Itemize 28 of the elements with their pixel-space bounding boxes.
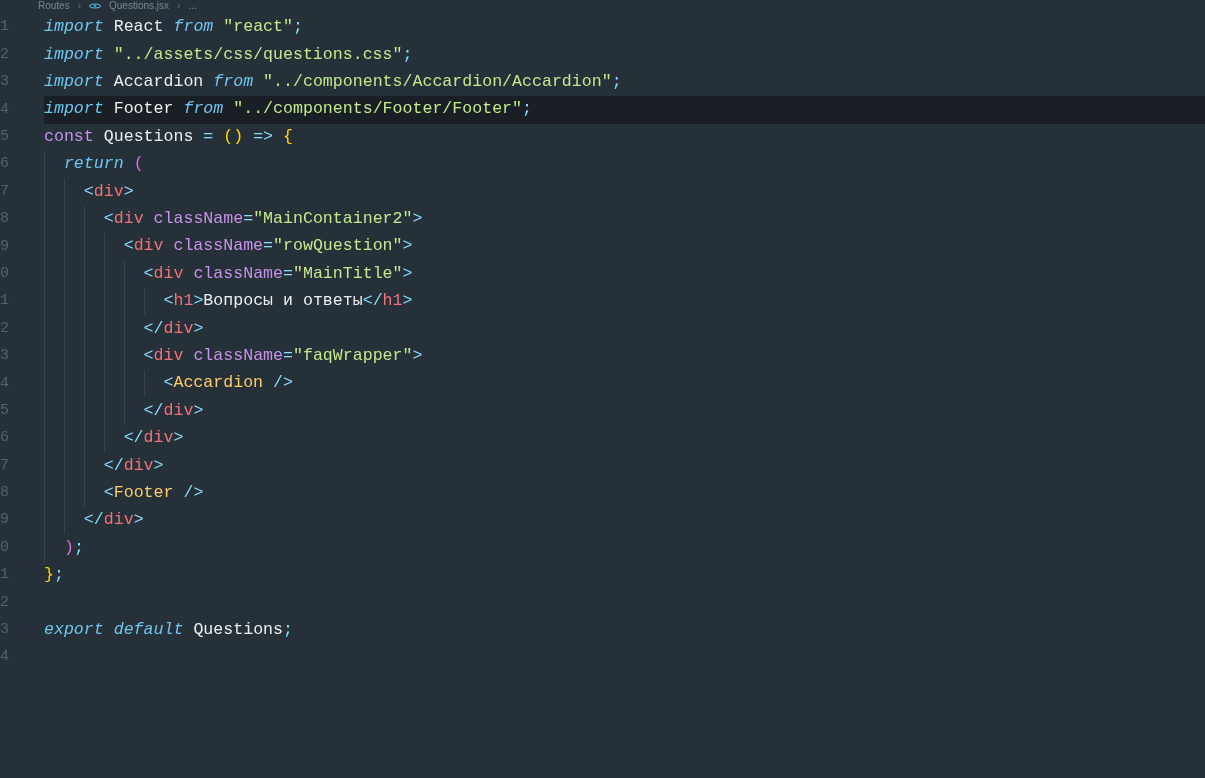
code-line: <h1>Вопросы и ответы</h1> <box>162 290 413 313</box>
code-line: import Footer from "../components/Footer/Footer"; <box>44 98 532 121</box>
breadcrumb-item[interactable]: ... <box>188 1 197 11</box>
code-line: </div> <box>102 454 164 477</box>
code-line: </div> <box>122 427 184 450</box>
code-line: const Questions = () => { <box>44 125 293 148</box>
code-line: <Footer /> <box>102 481 204 504</box>
code-line: return ( <box>62 153 144 176</box>
code-line: <div className="MainTitle"> <box>142 262 413 285</box>
code-line: import "../assets/css/questions.css"; <box>44 43 413 66</box>
code-line: <div className="rowQuestion"> <box>122 235 413 258</box>
breadcrumb-item[interactable]: Questions.jsx <box>109 1 170 11</box>
code-line: </div> <box>82 509 144 532</box>
code-line: ); <box>62 536 84 559</box>
code-line: import React from "react"; <box>44 16 303 39</box>
chevron-icon: › <box>77 1 82 11</box>
code-line: export default Questions; <box>44 618 293 641</box>
code-line: import Accardion from "../components/Accardion/Accardion"; <box>44 71 622 94</box>
react-icon <box>89 2 102 10</box>
code-line: <div className="faqWrapper"> <box>142 344 423 367</box>
code-line: </div> <box>142 317 204 340</box>
breadcrumb-item[interactable]: Routes <box>38 1 70 11</box>
code-line: <Accardion /> <box>162 372 293 395</box>
chevron-icon: › <box>177 1 181 11</box>
code-line: }; <box>44 564 64 587</box>
code-line: <div> <box>82 180 134 203</box>
code-line: <div className="MainContainer2"> <box>102 208 423 230</box>
code-line: </div> <box>142 399 204 422</box>
